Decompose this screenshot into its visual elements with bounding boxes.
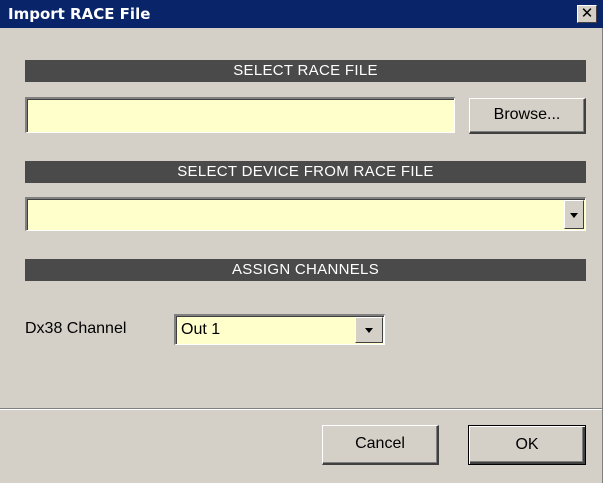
device-dropdown-button[interactable]: [564, 200, 584, 229]
title-bar[interactable]: Import RACE File ✕: [0, 0, 603, 28]
close-button[interactable]: ✕: [577, 5, 597, 23]
cancel-button-label: Cancel: [355, 435, 405, 452]
dx38-channel-label: Dx38 Channel: [25, 320, 127, 337]
cancel-button[interactable]: Cancel: [322, 425, 439, 465]
race-file-path-input[interactable]: [25, 97, 455, 133]
section-header-select-file: SELECT RACE FILE: [25, 60, 586, 82]
section-header-select-device: SELECT DEVICE FROM RACE FILE: [25, 161, 586, 183]
dx38-channel-value: Out 1: [181, 321, 221, 338]
ok-button[interactable]: OK: [468, 425, 586, 465]
device-select[interactable]: [25, 197, 586, 231]
channel-dropdown-button[interactable]: [355, 317, 383, 343]
browse-button-label: Browse...: [493, 106, 561, 123]
close-icon: ✕: [580, 4, 594, 22]
footer-separator-highlight: [0, 409, 603, 410]
ok-button-label: OK: [515, 436, 539, 453]
chevron-down-icon: [570, 212, 578, 218]
chevron-down-icon: [365, 328, 373, 333]
browse-button[interactable]: Browse...: [469, 98, 586, 134]
dx38-channel-select[interactable]: Out 1: [174, 314, 385, 345]
import-race-dialog: Import RACE File ✕ SELECT RACE FILE Brow…: [0, 0, 603, 483]
section-header-assign-channels: ASSIGN CHANNELS: [25, 259, 586, 281]
window-title: Import RACE File: [8, 5, 151, 23]
